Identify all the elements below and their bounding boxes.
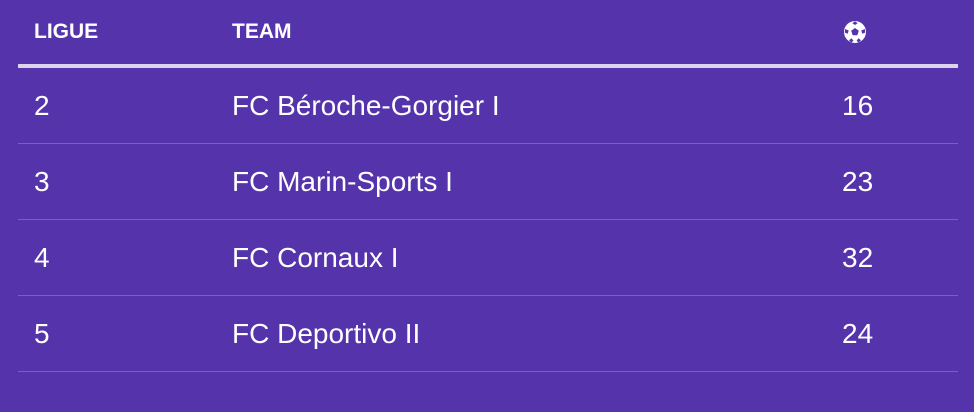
ligue-cell: 2: [34, 90, 50, 121]
table-row: 5 FC Deportivo II 24: [18, 296, 958, 372]
ligue-cell: 3: [34, 166, 50, 197]
table-row: 2 FC Béroche-Gorgier I 16: [18, 68, 958, 144]
ligue-cell: 4: [34, 242, 50, 273]
goals-cell: 32: [842, 242, 874, 273]
team-cell: FC Deportivo II: [232, 318, 421, 349]
ligue-cell: 5: [34, 318, 50, 349]
team-cell: FC Béroche-Gorgier I: [232, 90, 500, 121]
goals-cell: 16: [842, 90, 874, 121]
table-header: LIGUE TEAM: [18, 0, 958, 68]
team-cell: FC Marin-Sports I: [232, 166, 453, 197]
goals-cell: 24: [842, 318, 874, 349]
soccer-ball-icon-graphic: [844, 21, 866, 43]
column-header-team: TEAM: [232, 20, 292, 43]
table-row: 3 FC Marin-Sports I 23: [18, 144, 958, 220]
table-row: 4 FC Cornaux I 32: [18, 220, 958, 296]
standings-table: LIGUE TEAM 2 FC Béroche-Gorgier I 16 3 F…: [18, 0, 958, 372]
soccer-ball-icon: [842, 19, 868, 45]
table-body: 2 FC Béroche-Gorgier I 16 3 FC Marin-Spo…: [18, 68, 958, 372]
column-header-ligue: LIGUE: [34, 20, 99, 43]
goals-cell: 23: [842, 166, 874, 197]
team-cell: FC Cornaux I: [232, 242, 399, 273]
